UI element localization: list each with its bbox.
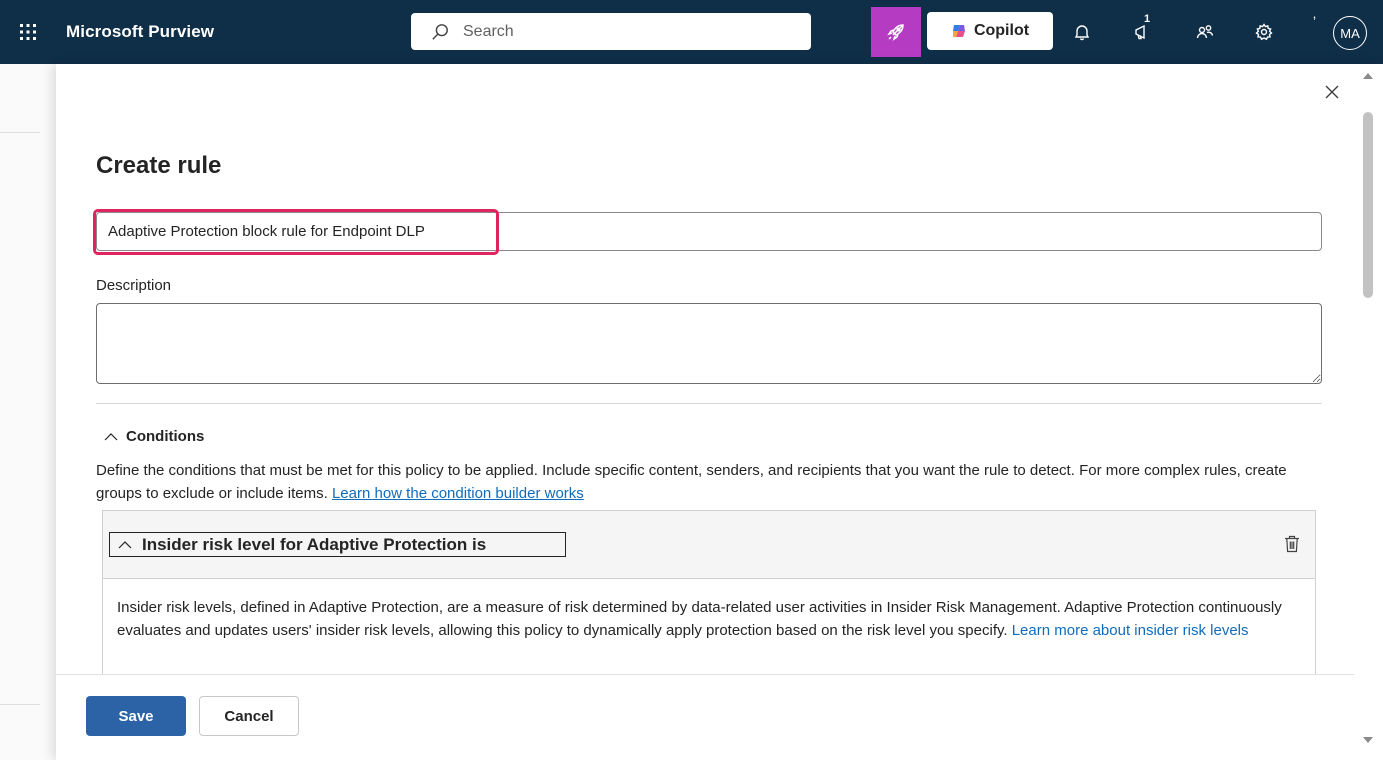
section-divider — [96, 403, 1322, 404]
condition-card-body: Insider risk levels, defined in Adaptive… — [103, 579, 1315, 642]
condition-title: Insider risk level for Adaptive Protecti… — [142, 534, 487, 554]
insider-risk-learn-link[interactable]: Learn more about insider risk levels — [1012, 622, 1249, 639]
background-divider — [0, 704, 40, 705]
scroll-down-arrow-icon[interactable] — [1363, 737, 1373, 743]
rule-name-input[interactable] — [96, 212, 1322, 251]
scroll-thumb[interactable] — [1363, 112, 1373, 298]
scrollbar[interactable] — [1354, 64, 1383, 760]
save-button[interactable]: Save — [86, 696, 186, 736]
create-rule-panel: Create rule Description Conditions Defin… — [56, 64, 1383, 760]
app-title[interactable]: Microsoft Purview — [66, 22, 214, 42]
rocket-button[interactable] — [871, 7, 921, 57]
copilot-button[interactable]: Copilot — [927, 12, 1053, 50]
copilot-label: Copilot — [973, 22, 1030, 39]
search-icon — [432, 23, 448, 40]
description-textarea[interactable] — [96, 303, 1322, 384]
copilot-logo-icon — [952, 25, 965, 37]
trash-icon[interactable] — [1281, 533, 1303, 555]
gear-icon[interactable] — [1252, 20, 1276, 44]
condition-builder-learn-link[interactable]: Learn how the condition builder works — [332, 485, 584, 502]
scroll-up-arrow-icon[interactable] — [1363, 73, 1373, 79]
conditions-description: Define the conditions that must be met f… — [96, 459, 1326, 505]
chevron-up-icon — [104, 432, 118, 440]
page-title: Create rule — [96, 152, 222, 179]
app-launcher-waffle-icon[interactable] — [0, 0, 56, 64]
condition-card-header: Insider risk level for Adaptive Protecti… — [103, 511, 1315, 579]
cancel-button[interactable]: Cancel — [199, 696, 299, 736]
megaphone-icon[interactable]: 1 — [1130, 13, 1154, 44]
conditions-header-label: Conditions — [126, 428, 205, 445]
description-label: Description — [96, 277, 172, 294]
bell-icon[interactable] — [1070, 20, 1094, 44]
panel-footer: Save Cancel — [56, 674, 1354, 760]
background-divider — [0, 132, 40, 133]
condition-collapse-toggle[interactable]: Insider risk level for Adaptive Protecti… — [109, 532, 566, 557]
conditions-section-toggle[interactable]: Conditions — [104, 428, 204, 445]
people-icon[interactable] — [1193, 20, 1217, 44]
chevron-up-icon — [118, 540, 132, 548]
background-page — [0, 64, 56, 760]
search-box[interactable] — [411, 13, 811, 50]
close-icon[interactable] — [1320, 80, 1344, 104]
overflow-indicator: ʼ — [1313, 14, 1317, 30]
avatar[interactable]: MA — [1333, 16, 1367, 50]
rocket-icon — [887, 24, 904, 41]
notification-count-badge: 1 — [1144, 13, 1151, 25]
search-input[interactable] — [463, 22, 763, 41]
conditions-description-text: Define the conditions that must be met f… — [96, 462, 1287, 502]
